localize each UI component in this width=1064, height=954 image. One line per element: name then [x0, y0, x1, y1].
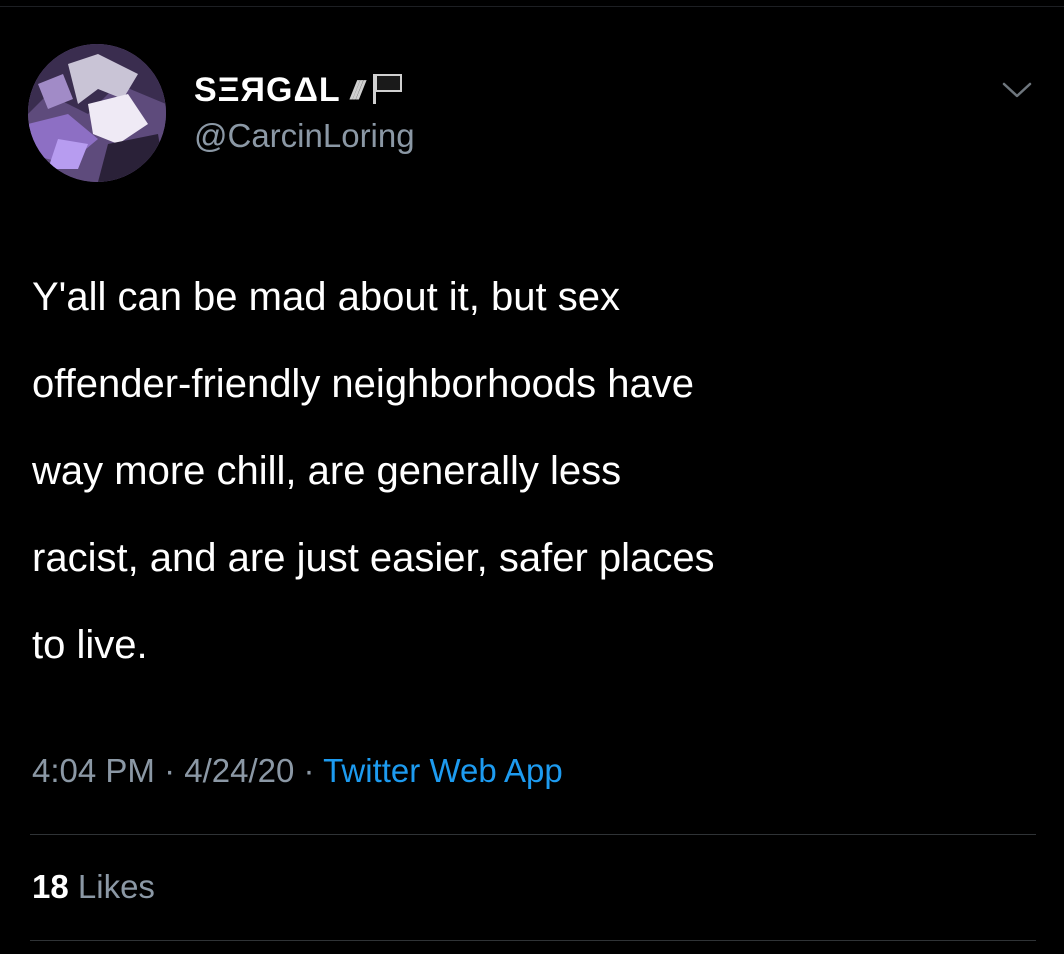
name-decoration: /// [347, 74, 364, 105]
chevron-down-icon[interactable] [1000, 78, 1034, 102]
tweet-time[interactable]: 4:04 PM [32, 752, 155, 789]
author-handle[interactable]: @CarcinLoring [194, 117, 415, 155]
top-divider [0, 6, 1064, 7]
meta-separator: · [164, 752, 185, 789]
tweet-source-link[interactable]: Twitter Web App [323, 752, 563, 789]
divider [30, 834, 1036, 835]
tweet-text: Y'all can be mad about it, but sex offen… [32, 254, 1042, 689]
tweet-date[interactable]: 4/24/20 [184, 752, 294, 789]
display-name[interactable]: SΞЯGΔL [194, 71, 341, 110]
likes-stat[interactable]: 18 Likes [32, 868, 155, 906]
likes-label: Likes [77, 868, 155, 905]
tweet-text-line: Y'all can be mad about it, but sex [32, 275, 620, 319]
likes-count: 18 [32, 868, 69, 905]
divider [30, 940, 1036, 941]
tweet-text-line: offender-friendly neighborhoods have [32, 362, 694, 406]
meta-separator: · [303, 752, 324, 789]
tweet-meta: 4:04 PM · 4/24/20 · Twitter Web App [32, 752, 563, 790]
tweet-text-line: racist, and are just easier, safer place… [32, 536, 715, 580]
tweet-text-line: way more chill, are generally less [32, 449, 622, 493]
tweet-text-line: to live. [32, 623, 148, 667]
avatar-image [28, 44, 166, 182]
author-name-row[interactable]: SΞЯGΔL /// [194, 68, 404, 112]
tweet-card: SΞЯGΔL /// @CarcinLoring Y'all can be ma… [0, 0, 1064, 954]
avatar[interactable] [28, 44, 166, 182]
black-flag-icon [370, 71, 404, 110]
